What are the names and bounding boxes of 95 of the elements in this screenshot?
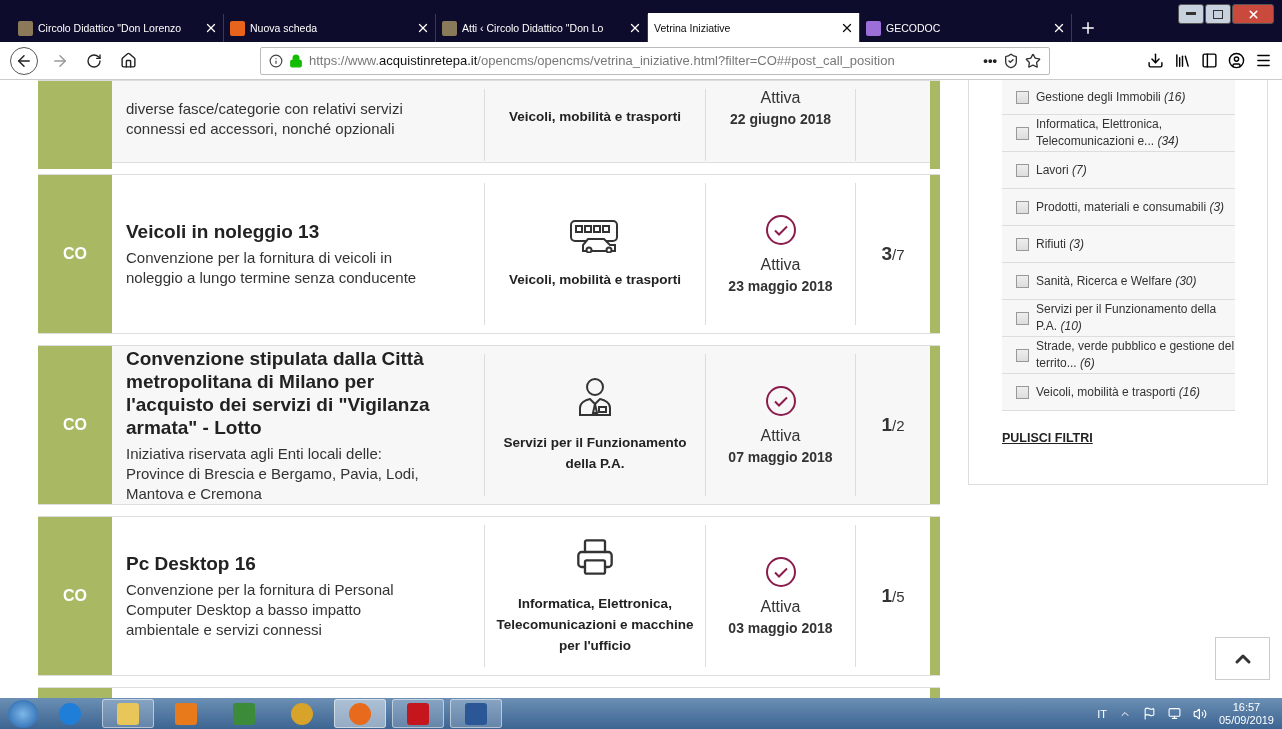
taskbar-app[interactable] (450, 699, 502, 728)
app-icon (291, 702, 313, 725)
category-label: Informatica, Elettronica, Telecomunicazioni e macchine per l'ufficio (495, 594, 695, 655)
date-label: 03 maggio 2018 (728, 620, 833, 636)
sidebar-icon[interactable] (1201, 52, 1218, 69)
library-icon[interactable] (1174, 52, 1191, 69)
app-icon (175, 702, 197, 725)
plus-icon (1079, 19, 1097, 37)
home-icon (119, 52, 137, 69)
date-label: 23 maggio 2018 (728, 278, 833, 294)
check-circle-icon (764, 214, 797, 246)
site-icon (442, 20, 457, 36)
checkbox[interactable] (1016, 126, 1029, 140)
type-label: CO (63, 587, 87, 605)
lot-count: 1/2 (881, 414, 905, 436)
status-label: Attiva (760, 89, 801, 107)
initiative-title[interactable]: Convenzione stipulata dalla Città metropolitana di Milano per l'acquisto dei servizi di "Vigilanza armata" - Lotto (126, 346, 434, 439)
app-icon (117, 702, 139, 725)
app-icon (465, 702, 487, 725)
site-icon (866, 20, 881, 36)
status-label: Attiva (760, 598, 801, 616)
type-label: CO (63, 416, 87, 434)
page-actions-button[interactable]: ••• (983, 48, 997, 73)
app-icon (407, 702, 429, 725)
date-label: 22 giugno 2018 (729, 111, 832, 127)
close-icon[interactable] (416, 21, 430, 35)
filter-option[interactable]: Lavori (7) (1002, 152, 1235, 189)
restore-button[interactable] (1205, 4, 1231, 24)
initiative-description: Iniziativa riservata agli Enti locali delle: Province di Brescia e Bergamo, Pavia, Lodi, Mantova e Cremona (126, 443, 420, 504)
account-icon[interactable] (1228, 52, 1245, 69)
filter-option[interactable]: Servizi per il Funzionamento della P.A. (10) (1002, 300, 1235, 337)
initiative-title[interactable]: Veicoli in noleggio 13 (126, 220, 434, 243)
minimize-button[interactable] (1178, 4, 1204, 24)
checkbox[interactable] (1016, 200, 1029, 214)
date-label: 07 maggio 2018 (728, 449, 833, 465)
checkbox[interactable] (1016, 385, 1029, 399)
download-icon[interactable] (1147, 52, 1164, 69)
lot-count: 3/7 (881, 243, 905, 265)
network-icon[interactable] (1167, 707, 1181, 720)
person-with-tie-icon (577, 376, 613, 416)
type-label: CO (63, 245, 87, 263)
start-button[interactable] (8, 699, 38, 728)
check-circle-icon (764, 556, 797, 588)
checkbox[interactable] (1016, 163, 1029, 177)
status-label: Attiva (760, 256, 801, 274)
volume-icon[interactable] (1192, 706, 1207, 721)
flag-icon[interactable] (1142, 707, 1156, 720)
filter-option[interactable]: Gestione degli Immobili (16) (1002, 80, 1235, 115)
reload-icon (86, 52, 102, 69)
lock-icon (289, 53, 303, 68)
info-icon[interactable] (269, 53, 283, 68)
checkbox[interactable] (1016, 90, 1029, 104)
checkbox[interactable] (1016, 274, 1029, 288)
restore-icon (1213, 9, 1223, 19)
app-icon (349, 702, 371, 725)
bookmark-star-icon[interactable] (1025, 52, 1041, 69)
address-bar[interactable]: https://www.acquistinretepa.it/opencms/opencms/vetrina_iniziative.html?filter=CO##post_call_position ••• (260, 46, 1050, 75)
printer-icon (575, 536, 615, 577)
site-icon (18, 20, 33, 36)
category-label: Veicoli, mobilità e trasporti (508, 270, 682, 289)
filter-option[interactable]: Veicoli, mobilità e trasporti (16) (1002, 374, 1235, 411)
category-label: Veicoli, mobilità e trasporti (508, 108, 682, 126)
close-icon (1246, 7, 1260, 21)
taskbar-app[interactable] (392, 699, 444, 728)
app-icon (59, 702, 81, 725)
minimize-icon (1186, 12, 1196, 16)
clock[interactable]: 16:57 05/09/2019 (1218, 700, 1274, 727)
menu-icon[interactable] (1255, 52, 1272, 69)
checkbox[interactable] (1016, 311, 1029, 325)
scroll-to-top-button[interactable] (1215, 637, 1270, 680)
filter-option[interactable]: Sanità, Ricerca e Welfare (30) (1002, 263, 1235, 300)
language-indicator[interactable]: IT (1097, 707, 1107, 720)
initiative-title[interactable]: Pc Desktop 16 (126, 552, 434, 575)
filter-option[interactable]: Informatica, Elettronica, Telecomunicazioni e... (34) (1002, 115, 1235, 152)
check-circle-icon (764, 385, 797, 417)
filter-option[interactable]: Rifiuti (3) (1002, 226, 1235, 263)
lot-count: 1/5 (881, 585, 905, 607)
close-icon[interactable] (1052, 21, 1066, 35)
app-icon (233, 702, 255, 725)
initiative-description: Convenzione per la fornitura di Personal Computer Desktop a basso impatto ambientale e servizi connessi (126, 580, 395, 640)
close-icon[interactable] (204, 21, 218, 35)
clear-filters-link[interactable]: PULISCI FILTRI (1002, 431, 1093, 445)
close-button[interactable] (1232, 4, 1274, 24)
close-icon[interactable] (628, 21, 642, 35)
site-icon (230, 20, 245, 36)
initiative-description: diverse fasce/categorie con relativi servizi connessi ed accessori, nonché opzionali (126, 99, 404, 139)
checkbox[interactable] (1016, 237, 1029, 251)
initiative-description: Convenzione per la fornitura di veicoli in noleggio a lungo termine senza conducente (126, 248, 418, 288)
checkbox[interactable] (1016, 348, 1029, 362)
category-label: Servizi per il Funzionamento della P.A. (502, 434, 688, 473)
browser-tab[interactable]: Vetrina Iniziative (648, 13, 860, 42)
filter-option[interactable]: Strade, verde pubblico e gestione del territo... (6) (1002, 337, 1235, 374)
bus-and-car-icon (569, 218, 621, 253)
filter-option[interactable]: Prodotti, materiali e consumabili (3) (1002, 189, 1235, 226)
status-label: Attiva (760, 427, 801, 445)
